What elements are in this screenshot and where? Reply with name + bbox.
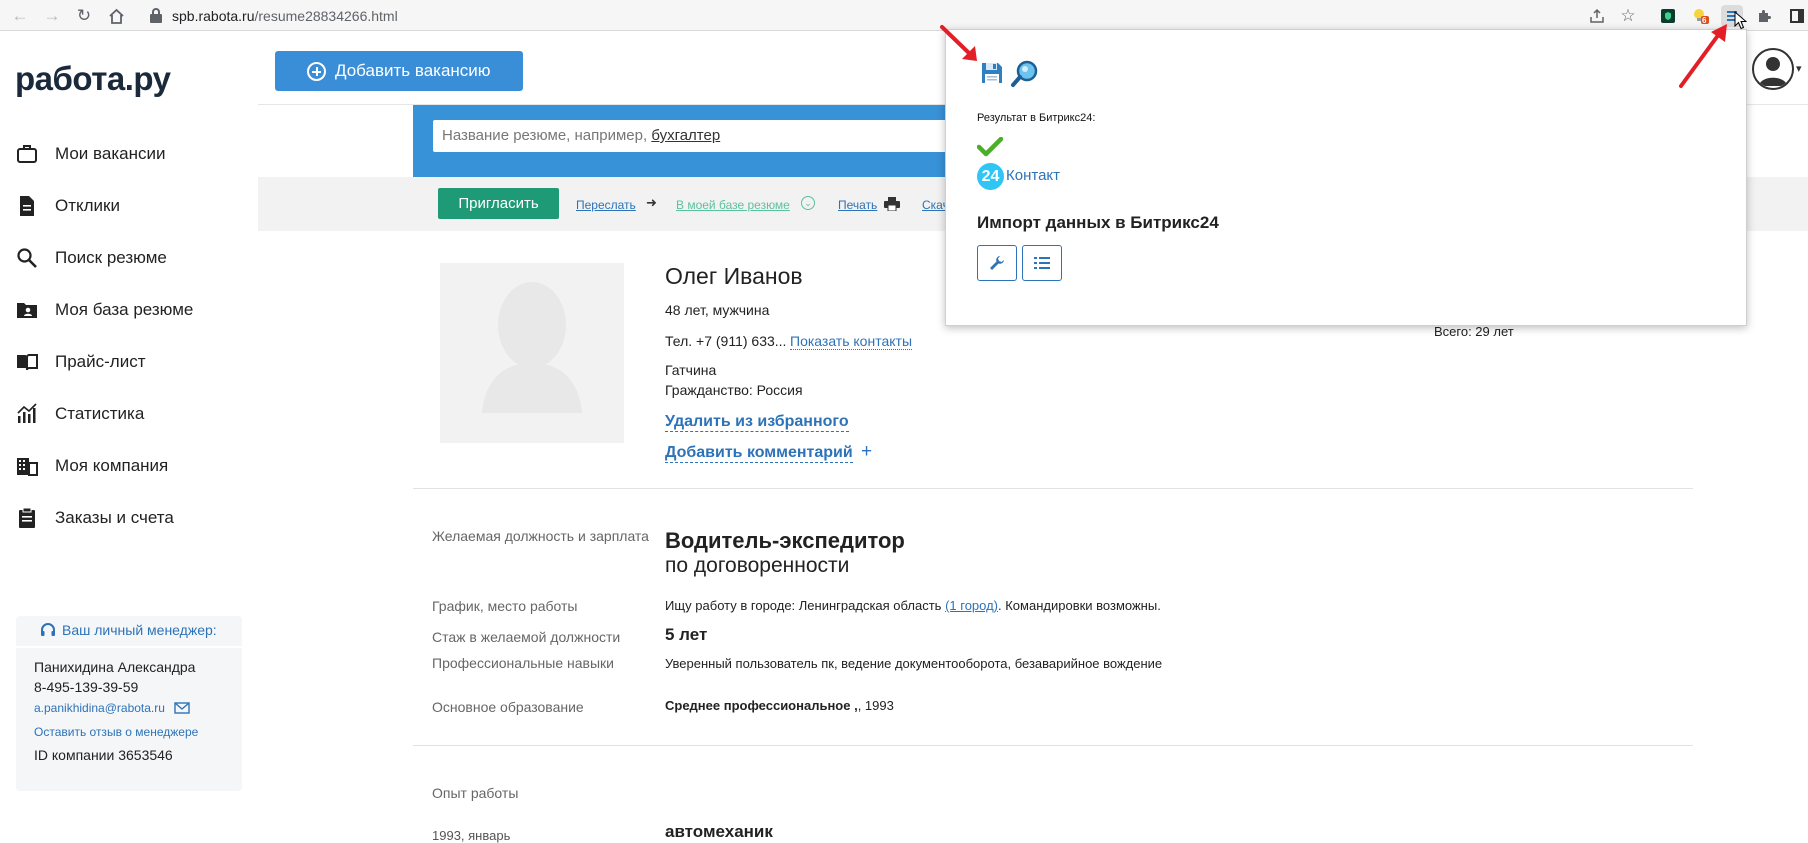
experience-value: 5 лет xyxy=(665,625,708,644)
remove-favorite-link[interactable]: Удалить из избранного xyxy=(665,413,849,432)
user-avatar-icon xyxy=(1759,57,1787,86)
site-logo[interactable]: работа.ру xyxy=(15,60,171,98)
work-date: 1993, январь xyxy=(432,828,511,843)
section-divider xyxy=(413,488,1693,489)
position-title: Водитель-экспедитор xyxy=(665,528,905,553)
work-title: автомеханик xyxy=(665,822,773,841)
cities-link[interactable]: (1 город) xyxy=(945,598,998,613)
list-button[interactable] xyxy=(1022,245,1062,281)
bitrix24-extension-popup: Результат в Битрикс24: 24 Контакт Импорт… xyxy=(945,29,1747,326)
manager-card: Ваш личный менеджер: Панихидина Александ… xyxy=(16,616,242,791)
home-icon[interactable] xyxy=(104,4,128,28)
person-name: Олег Иванов xyxy=(665,263,803,289)
bookmark-star-icon[interactable]: ☆ xyxy=(1617,5,1639,27)
extensions-puzzle-icon[interactable] xyxy=(1753,5,1775,27)
education-label: Основное образование xyxy=(432,699,584,715)
sidebar-item-my-vacancies[interactable]: Мои вакансии xyxy=(16,139,165,169)
skills-value: Уверенный пользователь пк, ведение докум… xyxy=(665,656,1163,671)
book-icon xyxy=(17,354,38,371)
manager-email-link[interactable]: a.panikhidina@rabota.ru xyxy=(34,701,190,715)
manager-phone: 8-495-139-39-59 xyxy=(34,679,139,695)
plus-circle-icon xyxy=(307,62,326,81)
user-menu-chevron-icon[interactable]: ▾ xyxy=(1796,62,1802,75)
user-avatar[interactable] xyxy=(1752,48,1794,90)
bitrix24-logo-icon: 24 xyxy=(977,163,1004,190)
citizenship: Гражданство: Россия xyxy=(665,382,803,398)
schedule-value: Ищу работу в городе: Ленинградская облас… xyxy=(665,598,1161,613)
share-icon[interactable] xyxy=(1586,5,1608,27)
reload-icon[interactable]: ↻ xyxy=(72,4,96,28)
city: Гатчина xyxy=(665,362,717,378)
sidebar-item-price-list[interactable]: Прайс-лист xyxy=(16,347,146,377)
side-panel-icon[interactable] xyxy=(1786,5,1808,27)
forward-icon[interactable]: → xyxy=(40,4,64,28)
salary: по договоренности xyxy=(665,554,850,577)
briefcase-icon xyxy=(17,145,37,163)
manager-heading: Ваш личный менеджер: xyxy=(40,622,217,638)
manager-feedback-link[interactable]: Оставить отзыв о менеджере xyxy=(34,725,198,739)
sidebar-item-statistics[interactable]: Статистика xyxy=(16,399,144,429)
annotation-arrow-save xyxy=(940,25,977,61)
back-icon[interactable]: ← xyxy=(8,4,32,28)
sidebar-item-my-resume-base[interactable]: Моя база резюме xyxy=(16,295,193,325)
show-contacts-link[interactable]: Показать контакты xyxy=(790,333,913,350)
desired-position-label: Желаемая должность и зарплата xyxy=(432,528,649,544)
forward-link[interactable]: Переслать xyxy=(576,198,636,212)
mouse-cursor-icon xyxy=(1734,11,1747,30)
list-icon xyxy=(1034,257,1050,269)
document-icon xyxy=(20,196,34,216)
add-comment-plus-icon[interactable]: + xyxy=(861,441,872,463)
sidebar-item-orders-invoices[interactable]: Заказы и счета xyxy=(16,503,174,533)
company-id: ID компании 3653546 xyxy=(34,747,173,763)
mail-icon xyxy=(174,702,190,714)
in-my-base-link[interactable]: В моей базе резюме xyxy=(676,198,790,212)
manager-divider xyxy=(16,646,242,648)
chevron-down-icon[interactable]: ⌄ xyxy=(801,196,815,210)
wrench-icon xyxy=(990,256,1004,270)
building-icon xyxy=(17,458,38,476)
contact-link[interactable]: Контакт xyxy=(1006,167,1060,184)
forward-arrow-icon: ➜ xyxy=(646,195,657,210)
education-value: Среднее профессиональное ,, 1993 xyxy=(665,698,894,713)
work-experience-label: Опыт работы xyxy=(432,785,519,801)
experience-label: Стаж в желаемой должности xyxy=(432,629,621,645)
sidebar-item-responses[interactable]: Отклики xyxy=(16,191,120,221)
total-experience: Всего: 29 лет xyxy=(1434,324,1514,339)
schedule-label: График, место работы xyxy=(432,598,578,614)
settings-button[interactable] xyxy=(977,245,1017,281)
avatar-placeholder xyxy=(440,263,624,443)
folder-person-icon xyxy=(17,303,37,318)
result-label: Результат в Битрикс24: xyxy=(977,112,1096,124)
add-comment-link[interactable]: Добавить комментарий xyxy=(665,444,853,463)
print-link[interactable]: Печать xyxy=(838,198,877,212)
address-bar[interactable]: spb.rabota.ru/resume28834266.html xyxy=(172,8,398,24)
skills-label: Профессиональные навыки xyxy=(432,655,614,671)
invite-button[interactable]: Пригласить xyxy=(438,188,559,219)
age-gender: 48 лет, мужчина xyxy=(665,302,770,318)
printer-icon xyxy=(884,197,900,211)
stats-icon xyxy=(17,403,37,423)
annotation-arrow-extension xyxy=(1679,24,1727,88)
save-icon[interactable] xyxy=(980,61,1004,90)
search-icon xyxy=(17,248,37,268)
search-example-link[interactable]: бухгалтер xyxy=(651,127,720,144)
lock-icon[interactable] xyxy=(150,8,162,23)
add-vacancy-button[interactable]: Добавить вакансию xyxy=(275,51,523,91)
browser-toolbar: ← → ↻ spb.rabota.ru/resume28834266.html … xyxy=(0,0,1808,31)
sidebar-item-my-company[interactable]: Моя компания xyxy=(16,451,168,481)
person-silhouette-icon xyxy=(482,282,582,413)
checkmark-icon xyxy=(976,136,1004,162)
clipboard-icon xyxy=(19,507,35,528)
section-divider-2 xyxy=(413,745,1693,746)
magnifier-icon[interactable] xyxy=(1010,59,1040,94)
import-title: Импорт данных в Битрикс24 xyxy=(977,213,1219,232)
sidebar-item-resume-search[interactable]: Поиск резюме xyxy=(16,243,167,273)
manager-name: Панихидина Александра xyxy=(34,659,196,675)
headset-icon xyxy=(41,623,55,636)
phone-partial: Тел. +7 (911) 633... xyxy=(665,333,787,349)
